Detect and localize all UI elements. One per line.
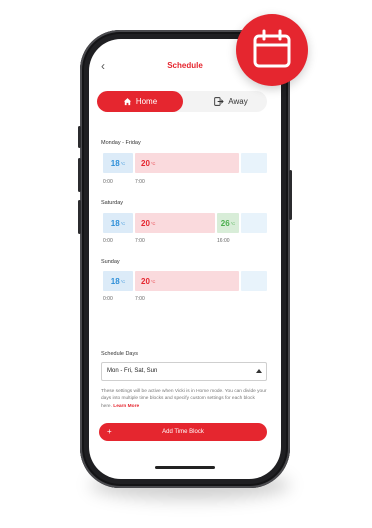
mode-toggle: Home Away: [97, 91, 267, 112]
block-unit: °C: [150, 278, 156, 284]
time-label: 7:00: [135, 238, 145, 244]
block-temp: 20: [141, 276, 150, 286]
block-unit: °C: [150, 220, 156, 226]
home-indicator: [155, 466, 215, 469]
away-mode-label: Away: [228, 97, 248, 106]
block-unit: °C: [120, 278, 126, 284]
schedule-days-select[interactable]: Mon - Fri, Sat, Sun: [101, 362, 267, 381]
time-block[interactable]: 18 °C: [103, 153, 133, 173]
block-unit: °C: [120, 220, 126, 226]
weekday-label: Monday - Friday: [101, 140, 141, 146]
time-label: 0:00: [103, 296, 113, 302]
time-block[interactable]: 18 °C: [103, 213, 133, 233]
block-temp: 18: [110, 158, 120, 168]
time-block[interactable]: 20 °C: [135, 153, 239, 173]
caret-up-icon: [256, 369, 262, 373]
learn-more-link[interactable]: Learn More: [113, 404, 139, 409]
volume-up-button: [78, 158, 81, 192]
time-label: 0:00: [103, 179, 113, 185]
time-block[interactable]: 20 °C: [135, 213, 215, 233]
empty-time-block[interactable]: [241, 271, 267, 291]
plus-icon: +: [107, 427, 112, 436]
block-unit: °C: [230, 220, 236, 226]
sunday-label: Sunday: [101, 259, 120, 265]
block-temp: 26: [220, 218, 230, 228]
block-temp: 18: [110, 276, 120, 286]
help-text: These settings will be active when Vicki…: [101, 388, 267, 410]
time-label: 16:00: [217, 238, 230, 244]
away-mode-button[interactable]: Away: [195, 91, 267, 112]
time-label: 0:00: [103, 238, 113, 244]
empty-time-block[interactable]: [241, 153, 267, 173]
schedule-days-value: Mon - Fri, Sat, Sun: [107, 368, 158, 374]
block-temp: 20: [141, 158, 150, 168]
add-time-block-label: Add Time Block: [162, 429, 204, 435]
home-mode-label: Home: [135, 97, 158, 106]
mute-switch: [78, 126, 81, 148]
saturday-label: Saturday: [101, 200, 124, 206]
block-temp: 18: [110, 218, 120, 228]
block-unit: °C: [150, 160, 156, 166]
add-time-block-button[interactable]: + Add Time Block: [99, 423, 267, 441]
app-screen: ‹ Schedule Home Away Monday - Friday 18 °…: [89, 39, 281, 479]
volume-down-button: [78, 200, 81, 234]
calendar-icon: [253, 29, 291, 68]
empty-time-block[interactable]: [241, 213, 267, 233]
time-block[interactable]: 20 °C: [135, 271, 239, 291]
house-icon: [123, 98, 131, 106]
time-label: 7:00: [135, 179, 145, 185]
home-mode-button[interactable]: Home: [97, 91, 183, 112]
phone-frame: ‹ Schedule Home Away Monday - Friday 18 °…: [78, 30, 292, 488]
calendar-badge: [236, 14, 308, 86]
time-block[interactable]: 18 °C: [103, 271, 133, 291]
power-button: [289, 170, 292, 220]
exit-icon: [214, 97, 224, 106]
block-temp: 20: [141, 218, 150, 228]
time-label: 7:00: [135, 296, 145, 302]
time-block[interactable]: 26 °C: [217, 213, 239, 233]
schedule-days-label: Schedule Days: [101, 351, 138, 357]
block-unit: °C: [120, 160, 126, 166]
